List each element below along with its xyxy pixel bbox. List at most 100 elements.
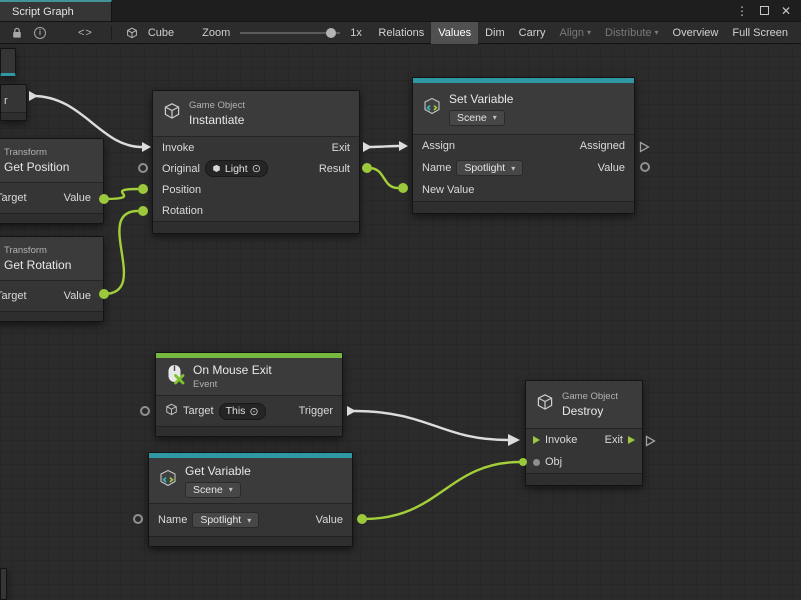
object-picker-icon[interactable]: ⊙ <box>249 405 258 418</box>
variable-scope-value: Scene <box>193 484 223 496</box>
info-icon[interactable]: i <box>34 27 46 39</box>
port-setvariable-assign-in[interactable] <box>399 141 408 151</box>
port-label-original: Original <box>162 163 200 175</box>
close-icon[interactable]: ✕ <box>779 3 793 19</box>
graph-canvas[interactable]: r Transform Get Position Target Value Tr… <box>0 44 801 600</box>
port-label-rotation: Rotation <box>162 205 203 217</box>
node-destroy[interactable]: Game Object Destroy Invoke Exit Obj <box>525 380 643 486</box>
port-fragment-flow-out[interactable] <box>29 91 38 101</box>
port-instantiate-position-in[interactable] <box>138 184 148 194</box>
port-getposition-value-out[interactable] <box>99 194 109 204</box>
port-instantiate-rotation-in[interactable] <box>138 206 148 216</box>
code-view-icon[interactable]: <> <box>78 27 93 39</box>
node-subtitle: Event <box>193 379 272 390</box>
port-getvariable-value-out[interactable] <box>357 514 367 524</box>
port-row: Assign Assigned <box>413 135 634 157</box>
info-glyph: i <box>34 27 46 39</box>
port-label-exit: Exit <box>605 434 623 446</box>
cube-icon <box>126 27 138 39</box>
carry-button[interactable]: Carry <box>512 22 553 44</box>
distribute-button[interactable]: Distribute ▾ <box>598 22 665 44</box>
node-header: Transform Get Rotation <box>0 237 103 281</box>
port-setvariable-assigned-out[interactable] <box>639 140 650 152</box>
variable-name-value: Spotlight <box>464 162 505 174</box>
values-button[interactable]: Values <box>431 22 478 44</box>
port-getrotation-value-out[interactable] <box>99 289 109 299</box>
maximize-icon[interactable] <box>757 3 771 19</box>
tab-label: Script Graph <box>12 6 74 18</box>
node-title: Set Variable <box>449 92 513 106</box>
node-header: Get Variable Scene ▾ <box>149 458 352 504</box>
zoom-label: Zoom <box>202 27 230 39</box>
node-instantiate[interactable]: Game Object Instantiate Invoke Exit Orig… <box>152 90 360 234</box>
object-field-value: Light <box>225 163 248 175</box>
port-row: New Value <box>413 179 634 201</box>
node-set-variable[interactable]: Set Variable Scene ▾ Assign Assigned Nam… <box>412 77 635 214</box>
port-label-new-value: New Value <box>422 184 474 196</box>
variable-scope-dropdown[interactable]: Scene ▾ <box>449 110 505 126</box>
variable-scope-dropdown[interactable]: Scene ▾ <box>185 482 241 498</box>
align-button[interactable]: Align ▾ <box>553 22 598 44</box>
variable-icon <box>159 469 177 492</box>
port-instantiate-exit-out[interactable] <box>363 142 372 152</box>
port-destroy-obj-in[interactable] <box>519 458 527 466</box>
port-row: Target Value <box>0 281 103 311</box>
port-instantiate-original-in[interactable] <box>138 163 148 173</box>
game-object-icon <box>163 102 181 125</box>
port-label-value: Value <box>64 290 91 302</box>
port-label-assign: Assign <box>422 140 455 152</box>
object-picker-icon[interactable]: ⊙ <box>252 162 261 175</box>
zoom-slider-thumb[interactable] <box>326 28 336 38</box>
port-setvariable-value-out[interactable] <box>640 162 650 172</box>
node-footer <box>413 201 634 213</box>
port-instantiate-invoke-in[interactable] <box>142 142 151 152</box>
full-screen-button[interactable]: Full Screen <box>725 22 795 44</box>
port-getvariable-name-in[interactable] <box>133 514 143 524</box>
variable-name-dropdown[interactable]: Spotlight ▾ <box>456 160 523 176</box>
flow-in-arrow-icon[interactable] <box>533 436 540 444</box>
node-footer <box>0 311 103 321</box>
zoom-slider[interactable] <box>240 32 340 34</box>
node-fragment-bottom-left[interactable] <box>0 568 7 600</box>
node-fragment-left[interactable]: r <box>0 84 27 121</box>
port-setvariable-newvalue-in[interactable] <box>398 183 408 193</box>
wire-result-to-newvalue <box>369 168 398 188</box>
node-footer <box>149 536 352 546</box>
node-get-position[interactable]: Transform Get Position Target Value <box>0 138 104 224</box>
port-instantiate-result-out[interactable] <box>362 163 372 173</box>
tab-script-graph[interactable]: Script Graph <box>0 0 112 21</box>
distribute-label: Distribute <box>605 27 651 39</box>
port-label-name: Name <box>422 162 451 174</box>
port-row: Name Spotlight ▾ Value <box>149 504 352 536</box>
zoom-value: 1x <box>350 27 362 39</box>
port-row: Target Value <box>0 183 103 213</box>
node-get-variable[interactable]: Get Variable Scene ▾ Name Spotlight ▾ Va… <box>148 452 353 547</box>
flow-out-arrow-icon[interactable] <box>628 436 635 444</box>
node-footer <box>1 112 26 120</box>
relations-button[interactable]: Relations <box>371 22 431 44</box>
variable-name-dropdown[interactable]: Spotlight ▾ <box>192 512 259 528</box>
node-get-rotation[interactable]: Transform Get Rotation Target Value <box>0 236 104 322</box>
node-on-mouse-exit[interactable]: On Mouse Exit Event Target This ⊙ Trigge… <box>155 352 343 437</box>
port-row: Target This ⊙ Trigger <box>156 396 342 426</box>
object-field-light[interactable]: Light ⊙ <box>205 160 268 177</box>
chevron-down-icon: ▾ <box>655 28 659 37</box>
port-onmouseexit-trigger-out[interactable] <box>347 406 356 416</box>
node-fragment-top-left[interactable] <box>0 48 16 76</box>
graph-toolbar: i <> Cube Zoom 1x Relations Values Dim C… <box>0 22 801 44</box>
wire-getposition-to-position <box>104 189 138 199</box>
variable-scope-value: Scene <box>457 112 487 124</box>
node-category: Transform <box>4 245 71 256</box>
port-label-target: Target <box>183 405 214 417</box>
port-onmouseexit-target-in[interactable] <box>140 406 150 416</box>
overview-button[interactable]: Overview <box>666 22 726 44</box>
lock-icon[interactable] <box>12 27 22 39</box>
port-destroy-exit-out[interactable] <box>645 434 656 446</box>
node-title: Get Variable <box>185 464 251 478</box>
object-field-value: This <box>226 405 246 417</box>
object-field-this[interactable]: This ⊙ <box>219 403 266 420</box>
node-header: Set Variable Scene ▾ <box>413 83 634 135</box>
obj-port-icon[interactable] <box>533 459 540 466</box>
more-menu-icon[interactable]: ⋮ <box>735 3 749 19</box>
dim-button[interactable]: Dim <box>478 22 512 44</box>
